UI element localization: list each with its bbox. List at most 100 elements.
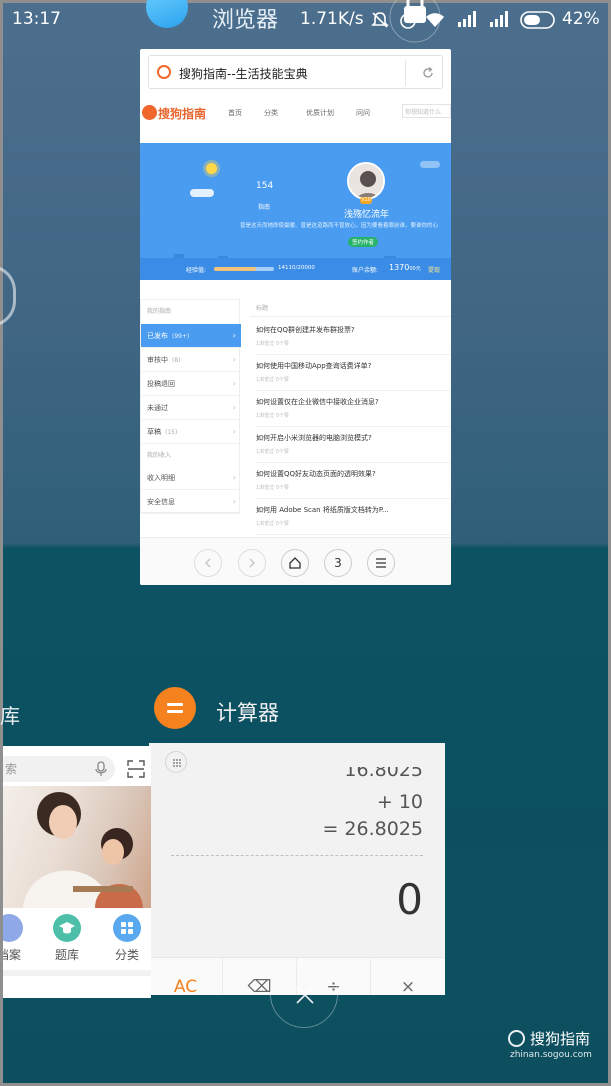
site-nav: 搜狗指南 首页 分类 优质计划 问问 你想知道什么: [140, 97, 451, 137]
level-badge: V10: [360, 197, 372, 204]
cloud-shape: [190, 189, 214, 197]
browser-app-label: 浏览器: [212, 8, 279, 33]
calc-result: 0: [396, 875, 423, 924]
balance-value: 137000元: [389, 263, 421, 272]
sun-icon: [206, 163, 217, 174]
chevron-left-icon: [205, 558, 211, 568]
site-logo-icon: [142, 105, 157, 120]
site-name[interactable]: 搜狗指南: [158, 105, 206, 122]
mother-daughter-illustration: [23, 792, 143, 908]
calc-history-line-1: 16.8025: [344, 767, 423, 781]
list-item[interactable]: 如何用 Adobe Scan 将纸质版文档转为P... 1浏览过 0个赞: [256, 499, 451, 535]
calculator-app-icon[interactable]: [154, 687, 196, 729]
list-item[interactable]: 如何使用中国移动App查询话费详单? 1浏览过 0个赞: [256, 355, 451, 391]
close-icon: [296, 986, 314, 1004]
guide-count: 154: [256, 181, 274, 191]
key-multiply[interactable]: ×: [371, 958, 445, 995]
menu-item-security[interactable]: 安全信息 ›: [141, 490, 241, 514]
nav-wenwen[interactable]: 问问: [356, 108, 370, 118]
menu-item-reviewing[interactable]: 审核中 (8) ›: [141, 348, 241, 372]
menu-item-rejected[interactable]: 未通过 ›: [141, 396, 241, 420]
library-search-input[interactable]: 索: [3, 756, 115, 782]
signal-icon-1: [458, 11, 476, 27]
profile-bio: 曾是这天而她即使最暖、曾是这道路而不曾放心，因为要看着眼前谁，要谁你的心: [240, 223, 439, 229]
url-separator: [405, 60, 406, 86]
archive-icon: [3, 914, 23, 942]
browser-task-card[interactable]: 搜狗指南--生活技能宝典 搜狗指南 首页 分类 优质计划 问问 你想知道什么 1…: [140, 49, 451, 585]
sogou-watermark-logo-icon: [508, 1030, 525, 1047]
microphone-icon[interactable]: [95, 761, 107, 777]
chevron-right-icon: [249, 558, 255, 568]
forward-button[interactable]: [238, 549, 266, 577]
tab-question-bank[interactable]: 题库: [47, 914, 87, 963]
graduation-cap-icon: [53, 914, 81, 942]
signal-icon-2: [490, 11, 508, 27]
list-item[interactable]: 如何设置仅在企业微信中接收企业消息? 1浏览过 0个赞: [256, 391, 451, 427]
menu-head: 我的指南: [147, 308, 172, 315]
calc-divider: [171, 855, 423, 856]
watermark-url: zhinan.sogou.com: [510, 1050, 592, 1060]
url-bar[interactable]: 搜狗指南--生活技能宝典: [148, 55, 443, 89]
library-app-label: 库: [0, 704, 20, 728]
nav-category[interactable]: 分类: [264, 108, 278, 118]
tab-count-button[interactable]: 3: [324, 549, 352, 577]
site-search-input[interactable]: 你想知道什么: [402, 104, 451, 118]
username: 浅殇忆流年: [344, 210, 390, 220]
avatar-image: [349, 164, 383, 198]
status-bar: 13:17 1.71K/s 42%: [0, 0, 611, 40]
network-speed: 1.71K/s: [300, 9, 364, 29]
edge-swipe-hint: [0, 265, 16, 327]
battery-icon: [520, 11, 555, 29]
banner-photo[interactable]: [3, 786, 151, 908]
menu-button[interactable]: [367, 549, 395, 577]
guide-count-label: 指南: [258, 204, 271, 211]
library-footer: [3, 970, 151, 998]
balance-label: 账户余额:: [352, 267, 379, 274]
list-item[interactable]: 如何在QQ群创建并发布群投票? 1浏览过 0个赞: [256, 319, 451, 355]
exp-progress-track: [214, 267, 274, 271]
nav-quality-plan[interactable]: 优质计划: [306, 108, 334, 118]
menu-item-returned[interactable]: 投稿退回 ›: [141, 372, 241, 396]
menu-item-published[interactable]: 已发布 (99+) ›: [141, 324, 241, 348]
guide-menu: 我的指南 已发布 (99+) › 审核中 (8) › 投稿退回 › 未通过 › 草稿 (15)…: [140, 299, 241, 514]
menu-head-income: 我的收入: [147, 452, 172, 459]
status-time: 13:17: [12, 9, 61, 29]
withdraw-link[interactable]: 提现: [428, 265, 440, 274]
list-item[interactable]: 如何设置QQ好友动态页面的透明效果? 1浏览过 0个赞: [256, 463, 451, 499]
browser-toolbar: 3: [140, 537, 451, 585]
menu-item-drafts[interactable]: 草稿 (15) ›: [141, 420, 241, 444]
exp-value: 14110/20000: [278, 265, 315, 271]
list-head: 标题: [250, 299, 451, 317]
refresh-icon[interactable]: [421, 66, 435, 80]
back-button[interactable]: [194, 549, 222, 577]
tab-archive[interactable]: 档案: [3, 914, 29, 963]
sogou-logo-icon: [157, 65, 171, 79]
url-title: 搜狗指南--生活技能宝典: [179, 67, 308, 81]
grid-icon[interactable]: [165, 751, 187, 773]
exp-progress-fill: [214, 267, 256, 271]
tab-category[interactable]: 分类: [107, 914, 147, 963]
home-button[interactable]: [281, 549, 309, 577]
cloud-shape: [420, 161, 440, 168]
menu-item-income[interactable]: 收入明细 ›: [141, 466, 241, 490]
calc-history-line-2: + 10: [376, 791, 423, 813]
calculator-app-label: 计算器: [216, 701, 279, 725]
library-task-card[interactable]: 索 档案 题库 分类: [3, 746, 151, 998]
hamburger-icon: [376, 558, 386, 568]
list-item[interactable]: 如何开启小米浏览器的电脑浏览模式? 1浏览过 0个赞: [256, 427, 451, 463]
key-clear[interactable]: AC: [149, 958, 223, 995]
experience-bar: 经验值: 14110/20000 账户余额: 137000元 提现: [140, 258, 451, 280]
clear-all-button[interactable]: [270, 960, 338, 1028]
lock-task-icon[interactable]: [388, 0, 442, 44]
avatar[interactable]: [347, 162, 385, 200]
calculator-task-card[interactable]: 16.8025 + 10 = 26.8025 0 AC ⌫ ÷ ×: [149, 743, 445, 995]
category-grid-icon: [113, 914, 141, 942]
exp-label: 经验值:: [186, 267, 207, 274]
guide-list: 标题 如何在QQ群创建并发布群投票? 1浏览过 0个赞 如何使用中国移动App查询…: [250, 299, 451, 539]
calc-history-line-3: = 26.8025: [322, 818, 423, 840]
watermark-name: 搜狗指南: [530, 1030, 591, 1048]
home-icon: [289, 557, 301, 569]
nav-home[interactable]: 首页: [228, 108, 242, 118]
scan-icon[interactable]: [127, 760, 145, 778]
battery-percent: 42%: [562, 9, 600, 29]
